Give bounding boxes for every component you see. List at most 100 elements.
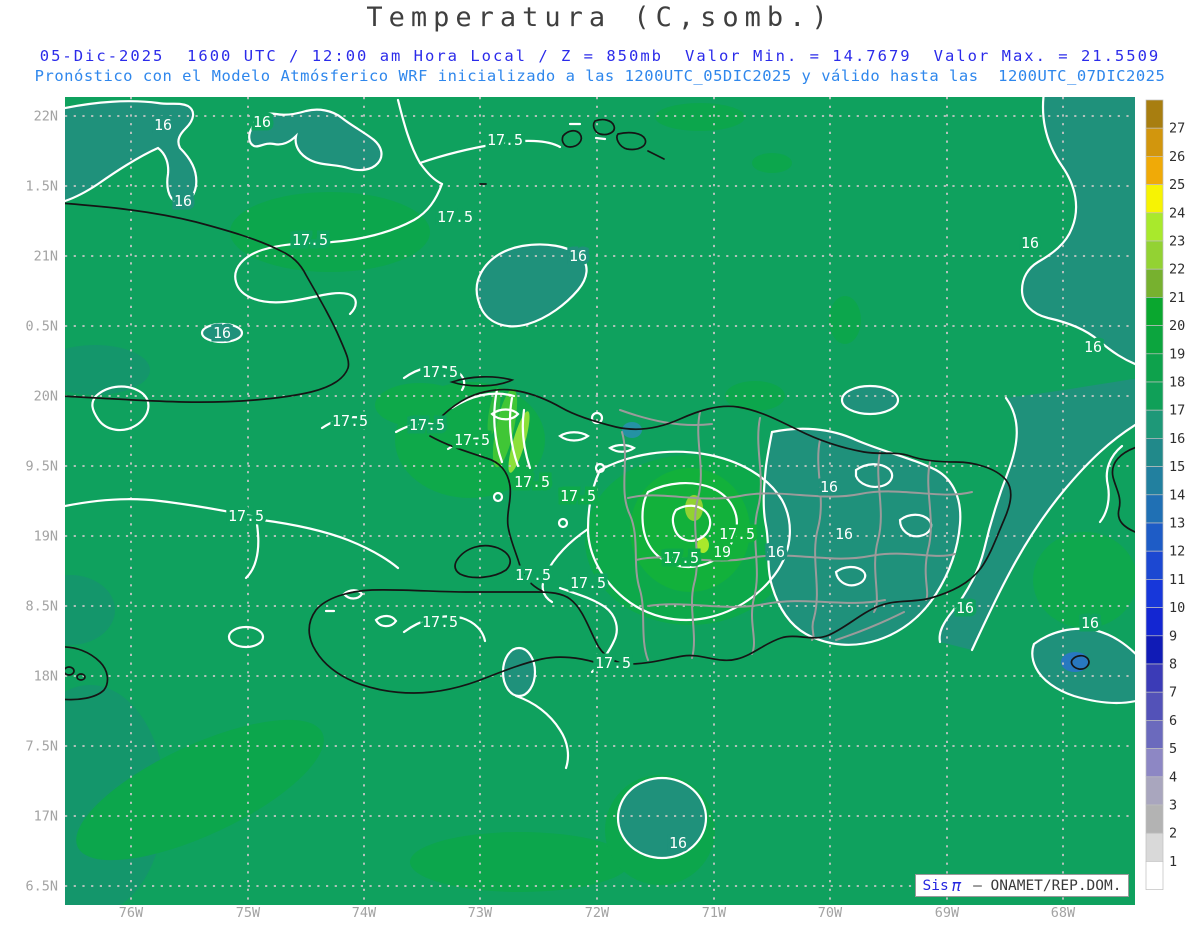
colorbar: 2726252423222120191817161514131211109876… bbox=[1145, 99, 1185, 890]
colorbar-value-label: 12 bbox=[1169, 544, 1185, 560]
colorbar-value-label: 8 bbox=[1169, 657, 1177, 673]
colorbar-value-label: 6 bbox=[1169, 713, 1177, 729]
colorbar-segment bbox=[1145, 550, 1164, 580]
colorbar-segment bbox=[1145, 438, 1164, 467]
contour-value-label: 17.5 bbox=[560, 487, 596, 505]
lat-tick-label: 17N bbox=[34, 809, 58, 825]
contour-value-label: 17.5 bbox=[487, 131, 523, 149]
lon-tick-label: 70W bbox=[818, 905, 843, 921]
contour-value-label: 16 bbox=[1084, 338, 1102, 356]
colorbar-value-label: 18 bbox=[1169, 375, 1185, 391]
map-shape bbox=[410, 832, 630, 892]
colorbar-segment bbox=[1145, 184, 1164, 214]
lat-tick-label: 0.5N bbox=[25, 319, 58, 335]
colorbar-value-label: 24 bbox=[1169, 205, 1185, 221]
colorbar-segment bbox=[1145, 466, 1164, 496]
pi-icon: π bbox=[951, 875, 962, 895]
colorbar-value-label: 27 bbox=[1169, 121, 1185, 137]
colorbar-value-label: 26 bbox=[1169, 149, 1185, 165]
colorbar-segment bbox=[1145, 748, 1164, 778]
contour-value-label: 17.5 bbox=[454, 431, 490, 449]
contour-value-label: 17.5 bbox=[422, 363, 458, 381]
colorbar-segment bbox=[1145, 720, 1164, 749]
colorbar-segment bbox=[1145, 663, 1164, 693]
lat-tick-label: 18N bbox=[34, 669, 58, 685]
colorbar-value-label: 5 bbox=[1169, 741, 1177, 757]
contour-value-label: 17.5 bbox=[292, 231, 328, 249]
map-shape bbox=[655, 103, 745, 131]
lon-tick-label: 73W bbox=[468, 905, 493, 921]
colorbar-value-label: 25 bbox=[1169, 177, 1185, 193]
colorbar-value-label: 13 bbox=[1169, 516, 1185, 532]
lat-tick-label: 6.5N bbox=[25, 879, 58, 895]
colorbar-segment bbox=[1145, 804, 1164, 834]
contour-value-label: 17.5 bbox=[228, 507, 264, 525]
colorbar-segment bbox=[1145, 861, 1164, 890]
lat-tick-label: 7.5N bbox=[25, 739, 58, 755]
colorbar-segment bbox=[1145, 240, 1164, 270]
colorbar-value-label: 7 bbox=[1169, 685, 1177, 701]
colorbar-value-label: 2 bbox=[1169, 826, 1177, 842]
lat-tick-label: 22N bbox=[34, 109, 58, 125]
contour-value-label: 17.5 bbox=[570, 574, 606, 592]
lon-tick-label: 71W bbox=[702, 905, 727, 921]
contour-value-label: 16 bbox=[569, 247, 587, 265]
colorbar-value-label: 11 bbox=[1169, 572, 1185, 588]
colorbar-segment bbox=[1145, 522, 1164, 552]
colorbar-segment bbox=[1145, 409, 1164, 439]
lat-tick-label: 19N bbox=[34, 529, 58, 545]
colorbar-segment bbox=[1145, 156, 1164, 185]
colorbar-value-label: 23 bbox=[1169, 234, 1185, 250]
lon-tick-label: 74W bbox=[352, 905, 377, 921]
weather-map-canvas: 16 1617.51617.517.51616161617.517.5 17.517… bbox=[25, 97, 1185, 921]
colorbar-value-label: 19 bbox=[1169, 346, 1185, 362]
lat-tick-label: 21N bbox=[34, 249, 58, 265]
colorbar-segment bbox=[1145, 268, 1164, 298]
contour-value-label: 19 bbox=[713, 543, 731, 561]
contour-value-label: 17.5 bbox=[595, 654, 631, 672]
colorbar-value-label: 10 bbox=[1169, 600, 1185, 616]
contour-value-label: 16 bbox=[213, 324, 231, 342]
contour-value-label: 16 bbox=[820, 478, 838, 496]
colorbar-segment bbox=[1145, 494, 1164, 524]
contour-value-label: 16 bbox=[174, 192, 192, 210]
colorbar-value-label: 1 bbox=[1169, 854, 1177, 870]
colorbar-segment bbox=[1145, 381, 1164, 411]
contour-value-label: 16 bbox=[835, 525, 853, 543]
colorbar-value-label: 14 bbox=[1169, 487, 1185, 503]
lat-tick-label: 1.5N bbox=[25, 179, 58, 195]
contour-value-label: 16 bbox=[956, 599, 974, 617]
colorbar-segment bbox=[1145, 297, 1164, 326]
contour-value-label: 17.5 bbox=[332, 412, 368, 430]
contour-value-label: 17.5 bbox=[514, 473, 550, 491]
watermark-text: – ONAMET/REP.DOM. bbox=[964, 877, 1122, 894]
colorbar-value-label: 9 bbox=[1169, 628, 1177, 644]
map-shape bbox=[829, 296, 861, 344]
colorbar-value-label: 4 bbox=[1169, 769, 1177, 785]
map-shape bbox=[230, 192, 430, 272]
lon-tick-label: 76W bbox=[119, 905, 144, 921]
colorbar-segment bbox=[1145, 99, 1164, 129]
lon-tick-label: 69W bbox=[935, 905, 960, 921]
lat-tick-label: 8.5N bbox=[25, 599, 58, 615]
contour-value-label: 17.5 bbox=[437, 208, 473, 226]
lon-tick-label: 68W bbox=[1051, 905, 1076, 921]
colorbar-segment bbox=[1145, 212, 1164, 242]
lon-tick-label: 75W bbox=[236, 905, 261, 921]
contour-value-label: 16 bbox=[669, 834, 687, 852]
colorbar-value-label: 21 bbox=[1169, 290, 1185, 306]
colorbar-value-label: 3 bbox=[1169, 798, 1177, 814]
watermark-badge: Sis π – ONAMET/REP.DOM. bbox=[915, 874, 1129, 897]
colorbar-segment bbox=[1145, 325, 1164, 355]
lat-tick-label: 9.5N bbox=[25, 459, 58, 475]
colorbar-value-label: 17 bbox=[1169, 403, 1185, 419]
colorbar-segment bbox=[1145, 607, 1164, 637]
colorbar-value-label: 22 bbox=[1169, 262, 1185, 278]
colorbar-segment bbox=[1145, 635, 1164, 665]
contour-value-label: 17.5 bbox=[409, 416, 445, 434]
colorbar-segment bbox=[1145, 579, 1164, 608]
watermark-brand: Sis bbox=[922, 877, 949, 894]
colorbar-segment bbox=[1145, 691, 1164, 721]
colorbar-segment bbox=[1145, 832, 1164, 862]
colorbar-value-label: 20 bbox=[1169, 318, 1185, 334]
